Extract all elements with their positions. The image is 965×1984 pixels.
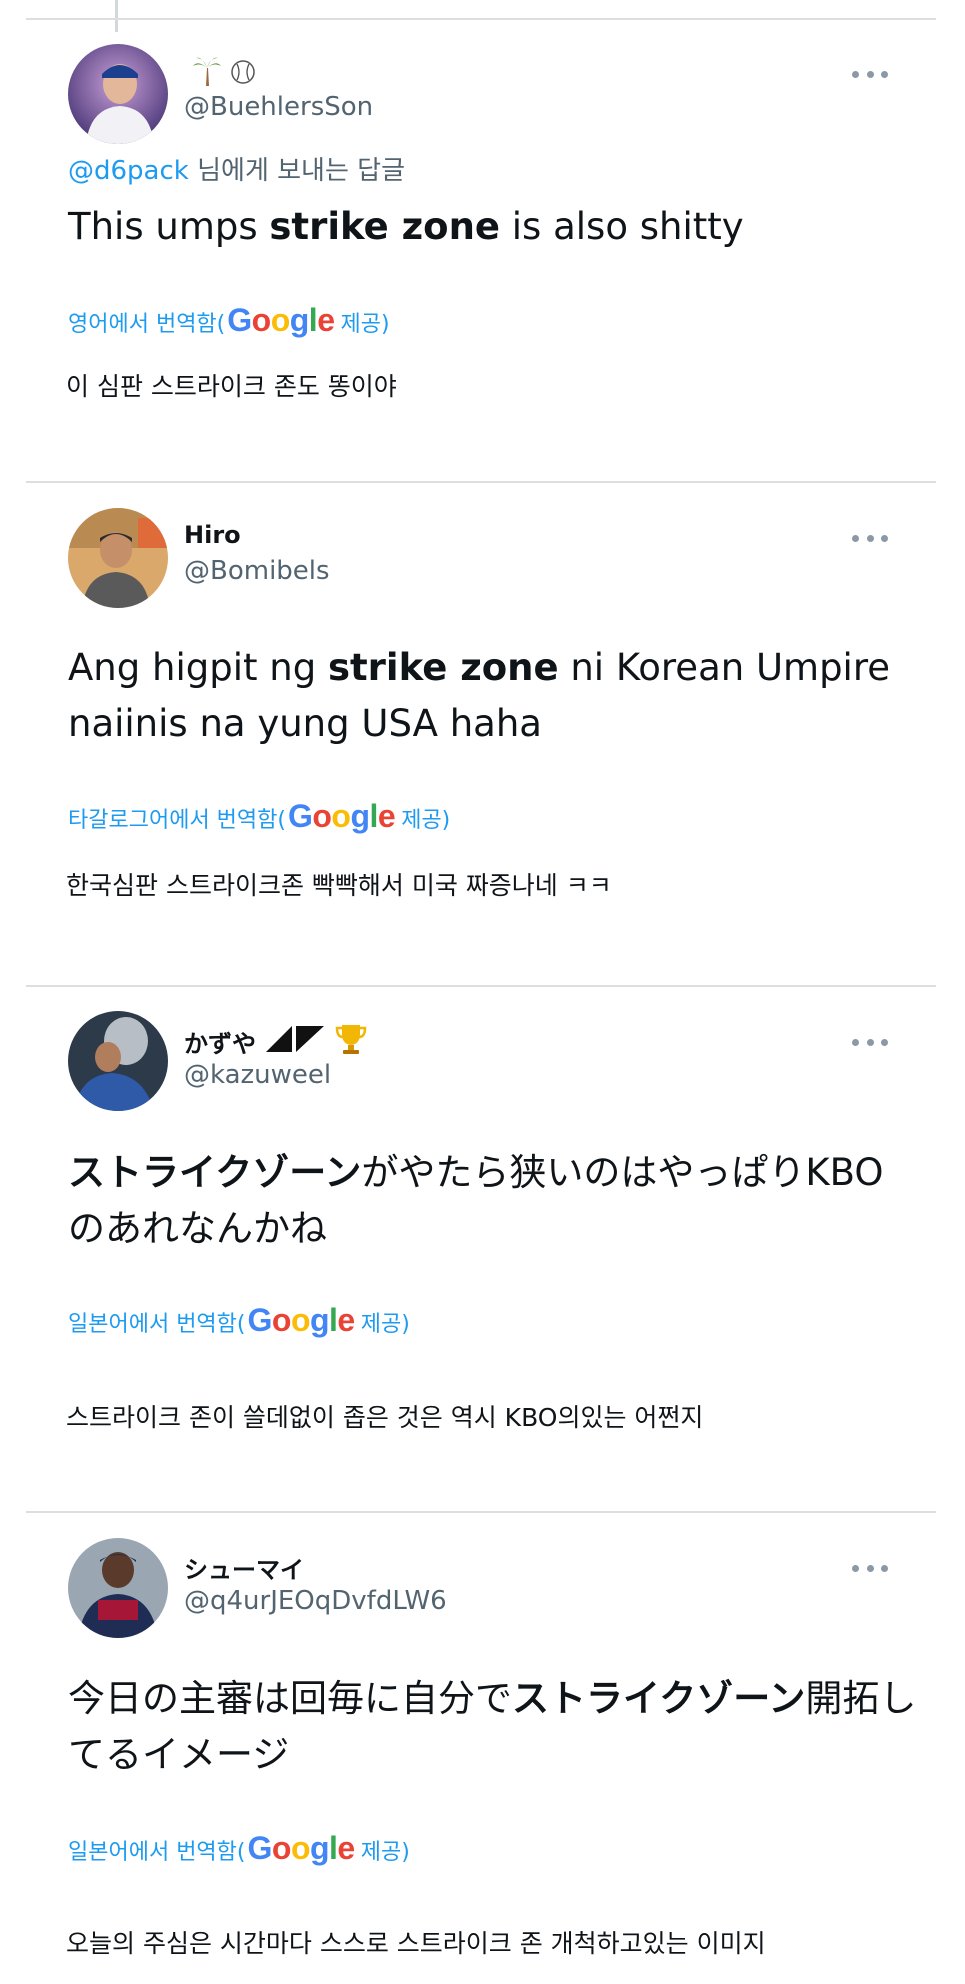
translated-by-google[interactable]: 일본어에서 번역함( Google 제공) — [68, 1830, 410, 1867]
tweet-text: 今日の主審は回毎に自分でストライクゾーン開拓してるイメージ — [68, 1677, 917, 1776]
display-name: シューマイ — [184, 1556, 304, 1584]
translation-text: 오늘의 주심은 시간마다 스스로 스트라이크 존 개척하고있는 이미지 — [66, 1929, 766, 1958]
tweet[interactable]: シューマイ @q4urJEOqDvfdLW6 今日の主審は回毎に自分でストライク… — [0, 0, 965, 1984]
avatar[interactable] — [68, 1538, 168, 1638]
google-logo: Google — [247, 1830, 356, 1866]
more-options-icon[interactable] — [852, 1562, 888, 1574]
name-row: シューマイ — [184, 1550, 304, 1585]
handle[interactable]: @q4urJEOqDvfdLW6 — [184, 1586, 447, 1616]
